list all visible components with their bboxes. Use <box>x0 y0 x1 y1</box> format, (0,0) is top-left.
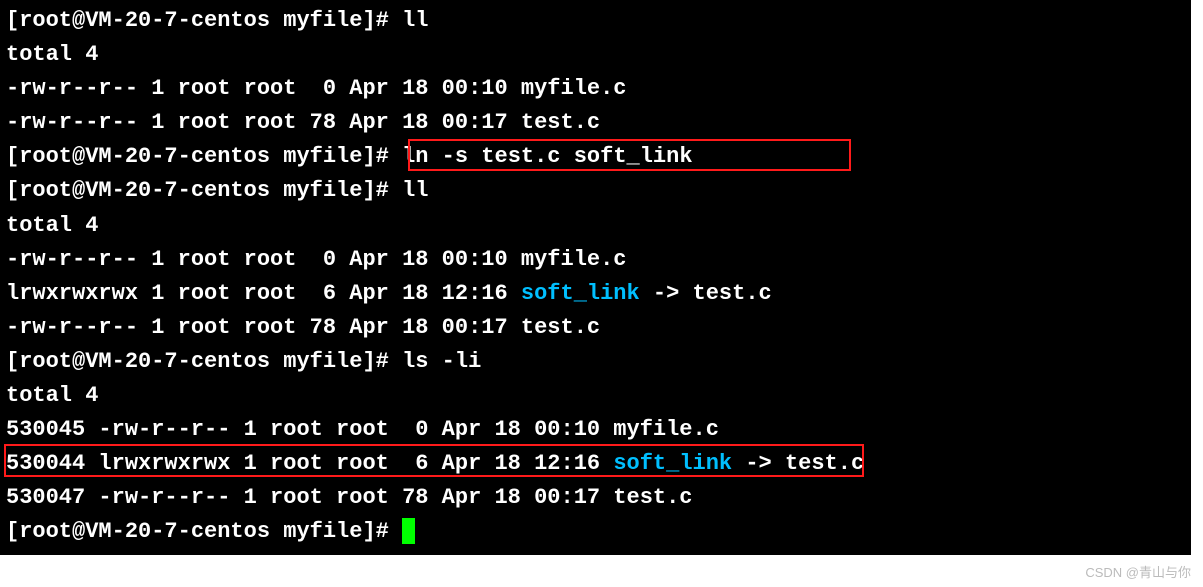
softlink-name: soft_link <box>613 451 732 476</box>
shell-prompt: [root@VM-20-7-centos myfile]# <box>6 349 402 374</box>
cursor-icon <box>402 518 415 544</box>
output-file-test: -rw-r--r-- 1 root root 78 Apr 18 00:17 t… <box>6 106 1185 140</box>
terminal-line: [root@VM-20-7-centos myfile]# ll <box>6 174 1185 208</box>
output-inode-softlink: 530044 lrwxrwxrwx 1 root root 6 Apr 18 1… <box>6 447 1185 481</box>
terminal-line: [root@VM-20-7-centos myfile]# ls -li <box>6 345 1185 379</box>
output-link-prefix: lrwxrwxrwx 1 root root 6 Apr 18 12:16 <box>6 281 521 306</box>
softlink-name: soft_link <box>521 281 640 306</box>
shell-prompt: [root@VM-20-7-centos myfile]# <box>6 519 402 544</box>
command-ll: ll <box>402 178 428 203</box>
command-ln: ln -s test.c soft_link <box>402 144 692 169</box>
command-ls-li: ls -li <box>402 349 481 374</box>
terminal-line: [root@VM-20-7-centos myfile]# <box>6 515 1185 549</box>
terminal-window[interactable]: [root@VM-20-7-centos myfile]# ll total 4… <box>0 0 1191 555</box>
output-total: total 4 <box>6 209 1185 243</box>
terminal-line: [root@VM-20-7-centos myfile]# ln -s test… <box>6 140 1185 174</box>
watermark-text: CSDN @青山与你 <box>1085 562 1191 581</box>
output-link-target: -> test.c <box>640 281 772 306</box>
command-ll: ll <box>402 8 428 33</box>
shell-prompt: [root@VM-20-7-centos myfile]# <box>6 8 402 33</box>
terminal-line: [root@VM-20-7-centos myfile]# ll <box>6 4 1185 38</box>
output-total: total 4 <box>6 379 1185 413</box>
output-file-softlink: lrwxrwxrwx 1 root root 6 Apr 18 12:16 so… <box>6 277 1185 311</box>
output-inode-test: 530047 -rw-r--r-- 1 root root 78 Apr 18 … <box>6 481 1185 515</box>
shell-prompt: [root@VM-20-7-centos myfile]# <box>6 144 402 169</box>
output-file-myfile: -rw-r--r-- 1 root root 0 Apr 18 00:10 my… <box>6 243 1185 277</box>
output-inode-myfile: 530045 -rw-r--r-- 1 root root 0 Apr 18 0… <box>6 413 1185 447</box>
output-file-test: -rw-r--r-- 1 root root 78 Apr 18 00:17 t… <box>6 311 1185 345</box>
output-link-target: -> test.c <box>732 451 864 476</box>
shell-prompt: [root@VM-20-7-centos myfile]# <box>6 178 402 203</box>
output-link-prefix: 530044 lrwxrwxrwx 1 root root 6 Apr 18 1… <box>6 451 613 476</box>
output-total: total 4 <box>6 38 1185 72</box>
output-file-myfile: -rw-r--r-- 1 root root 0 Apr 18 00:10 my… <box>6 72 1185 106</box>
